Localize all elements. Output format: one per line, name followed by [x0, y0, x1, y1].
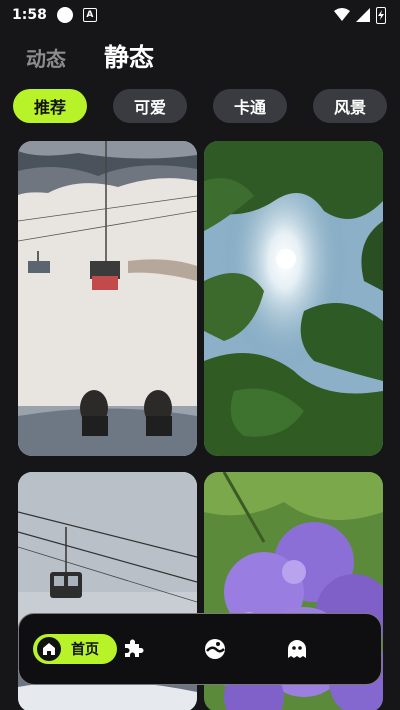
notification-dot-icon — [56, 7, 73, 23]
tab-dynamic[interactable]: 动态 — [26, 43, 66, 72]
chip-scenery[interactable]: 风景 — [313, 89, 387, 123]
chip-cute[interactable]: 可爱 — [113, 89, 187, 123]
status-time: 1:58 — [12, 7, 47, 23]
ghost-icon[interactable] — [285, 637, 309, 661]
nav-home-label: 首页 — [71, 642, 99, 658]
ski-lift-image — [18, 141, 197, 456]
battery-icon — [376, 6, 386, 24]
home-icon — [37, 637, 61, 661]
category-chips: 推荐 可爱 卡通 风景 — [13, 89, 393, 123]
palette-icon[interactable] — [203, 637, 227, 661]
wallpaper-card-ski-lift[interactable] — [18, 141, 197, 456]
puzzle-icon[interactable] — [121, 637, 145, 661]
sunlit-trees-image — [204, 141, 383, 456]
status-bar: 1:58 A — [0, 0, 400, 30]
notification-app-icon: A — [82, 8, 97, 22]
top-tabs: 动态 静态 — [26, 38, 154, 74]
chip-recommended[interactable]: 推荐 — [13, 89, 87, 123]
nav-home-button[interactable]: 首页 — [33, 634, 117, 664]
wallpaper-card-sunlit-trees[interactable] — [204, 141, 383, 456]
wifi-icon — [334, 8, 350, 21]
signal-icon — [356, 8, 370, 22]
tab-static[interactable]: 静态 — [104, 38, 154, 74]
chip-cartoon[interactable]: 卡通 — [213, 89, 287, 123]
bottom-navigation: 首页 — [18, 613, 382, 685]
